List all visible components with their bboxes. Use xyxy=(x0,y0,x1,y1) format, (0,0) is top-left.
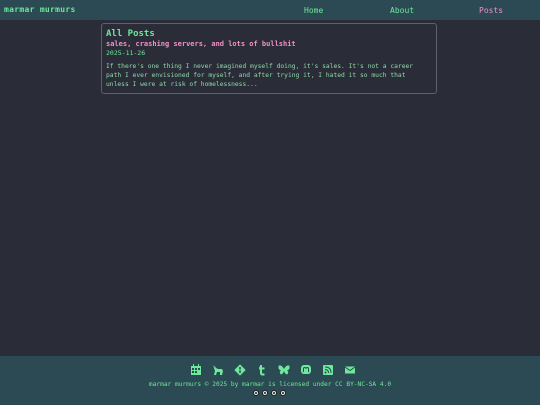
nav-home-link[interactable]: Home xyxy=(304,6,323,15)
cc-icon xyxy=(253,390,259,396)
post-title-link[interactable]: sales, crashing servers, and lots of bul… xyxy=(106,40,296,48)
post-date: 2025-11-26 xyxy=(106,49,146,57)
site-header: marmar murmurs Home About Posts xyxy=(0,0,540,20)
nav-posts-link[interactable]: Posts xyxy=(479,6,503,15)
email-icon[interactable] xyxy=(344,364,356,376)
page-heading: All Posts xyxy=(106,29,155,39)
nav-about-link[interactable]: About xyxy=(390,6,414,15)
tumblr-icon[interactable] xyxy=(256,364,268,376)
sa-icon xyxy=(280,390,286,396)
page: marmar murmurs Home About Posts All Post… xyxy=(0,0,540,405)
post-excerpt: If there's one thing I never imagined my… xyxy=(106,63,414,88)
git-icon[interactable] xyxy=(234,364,246,376)
nc-icon xyxy=(271,390,277,396)
deer-icon[interactable] xyxy=(212,364,224,376)
rss-icon[interactable] xyxy=(322,364,334,376)
social-icons xyxy=(190,364,356,376)
site-title[interactable]: marmar murmurs xyxy=(4,5,76,14)
license-text[interactable]: marmar murmurs © 2025 by marmar is licen… xyxy=(0,381,540,388)
cc-badges[interactable] xyxy=(253,390,286,398)
mastodon-icon[interactable] xyxy=(300,364,312,376)
by-icon xyxy=(262,390,268,396)
calendar-icon[interactable] xyxy=(190,364,202,376)
site-footer: marmar murmurs © 2025 by marmar is licen… xyxy=(0,356,540,405)
posts-card: All Posts sales, crashing servers, and l… xyxy=(101,23,437,94)
butterfly-icon[interactable] xyxy=(278,364,290,376)
